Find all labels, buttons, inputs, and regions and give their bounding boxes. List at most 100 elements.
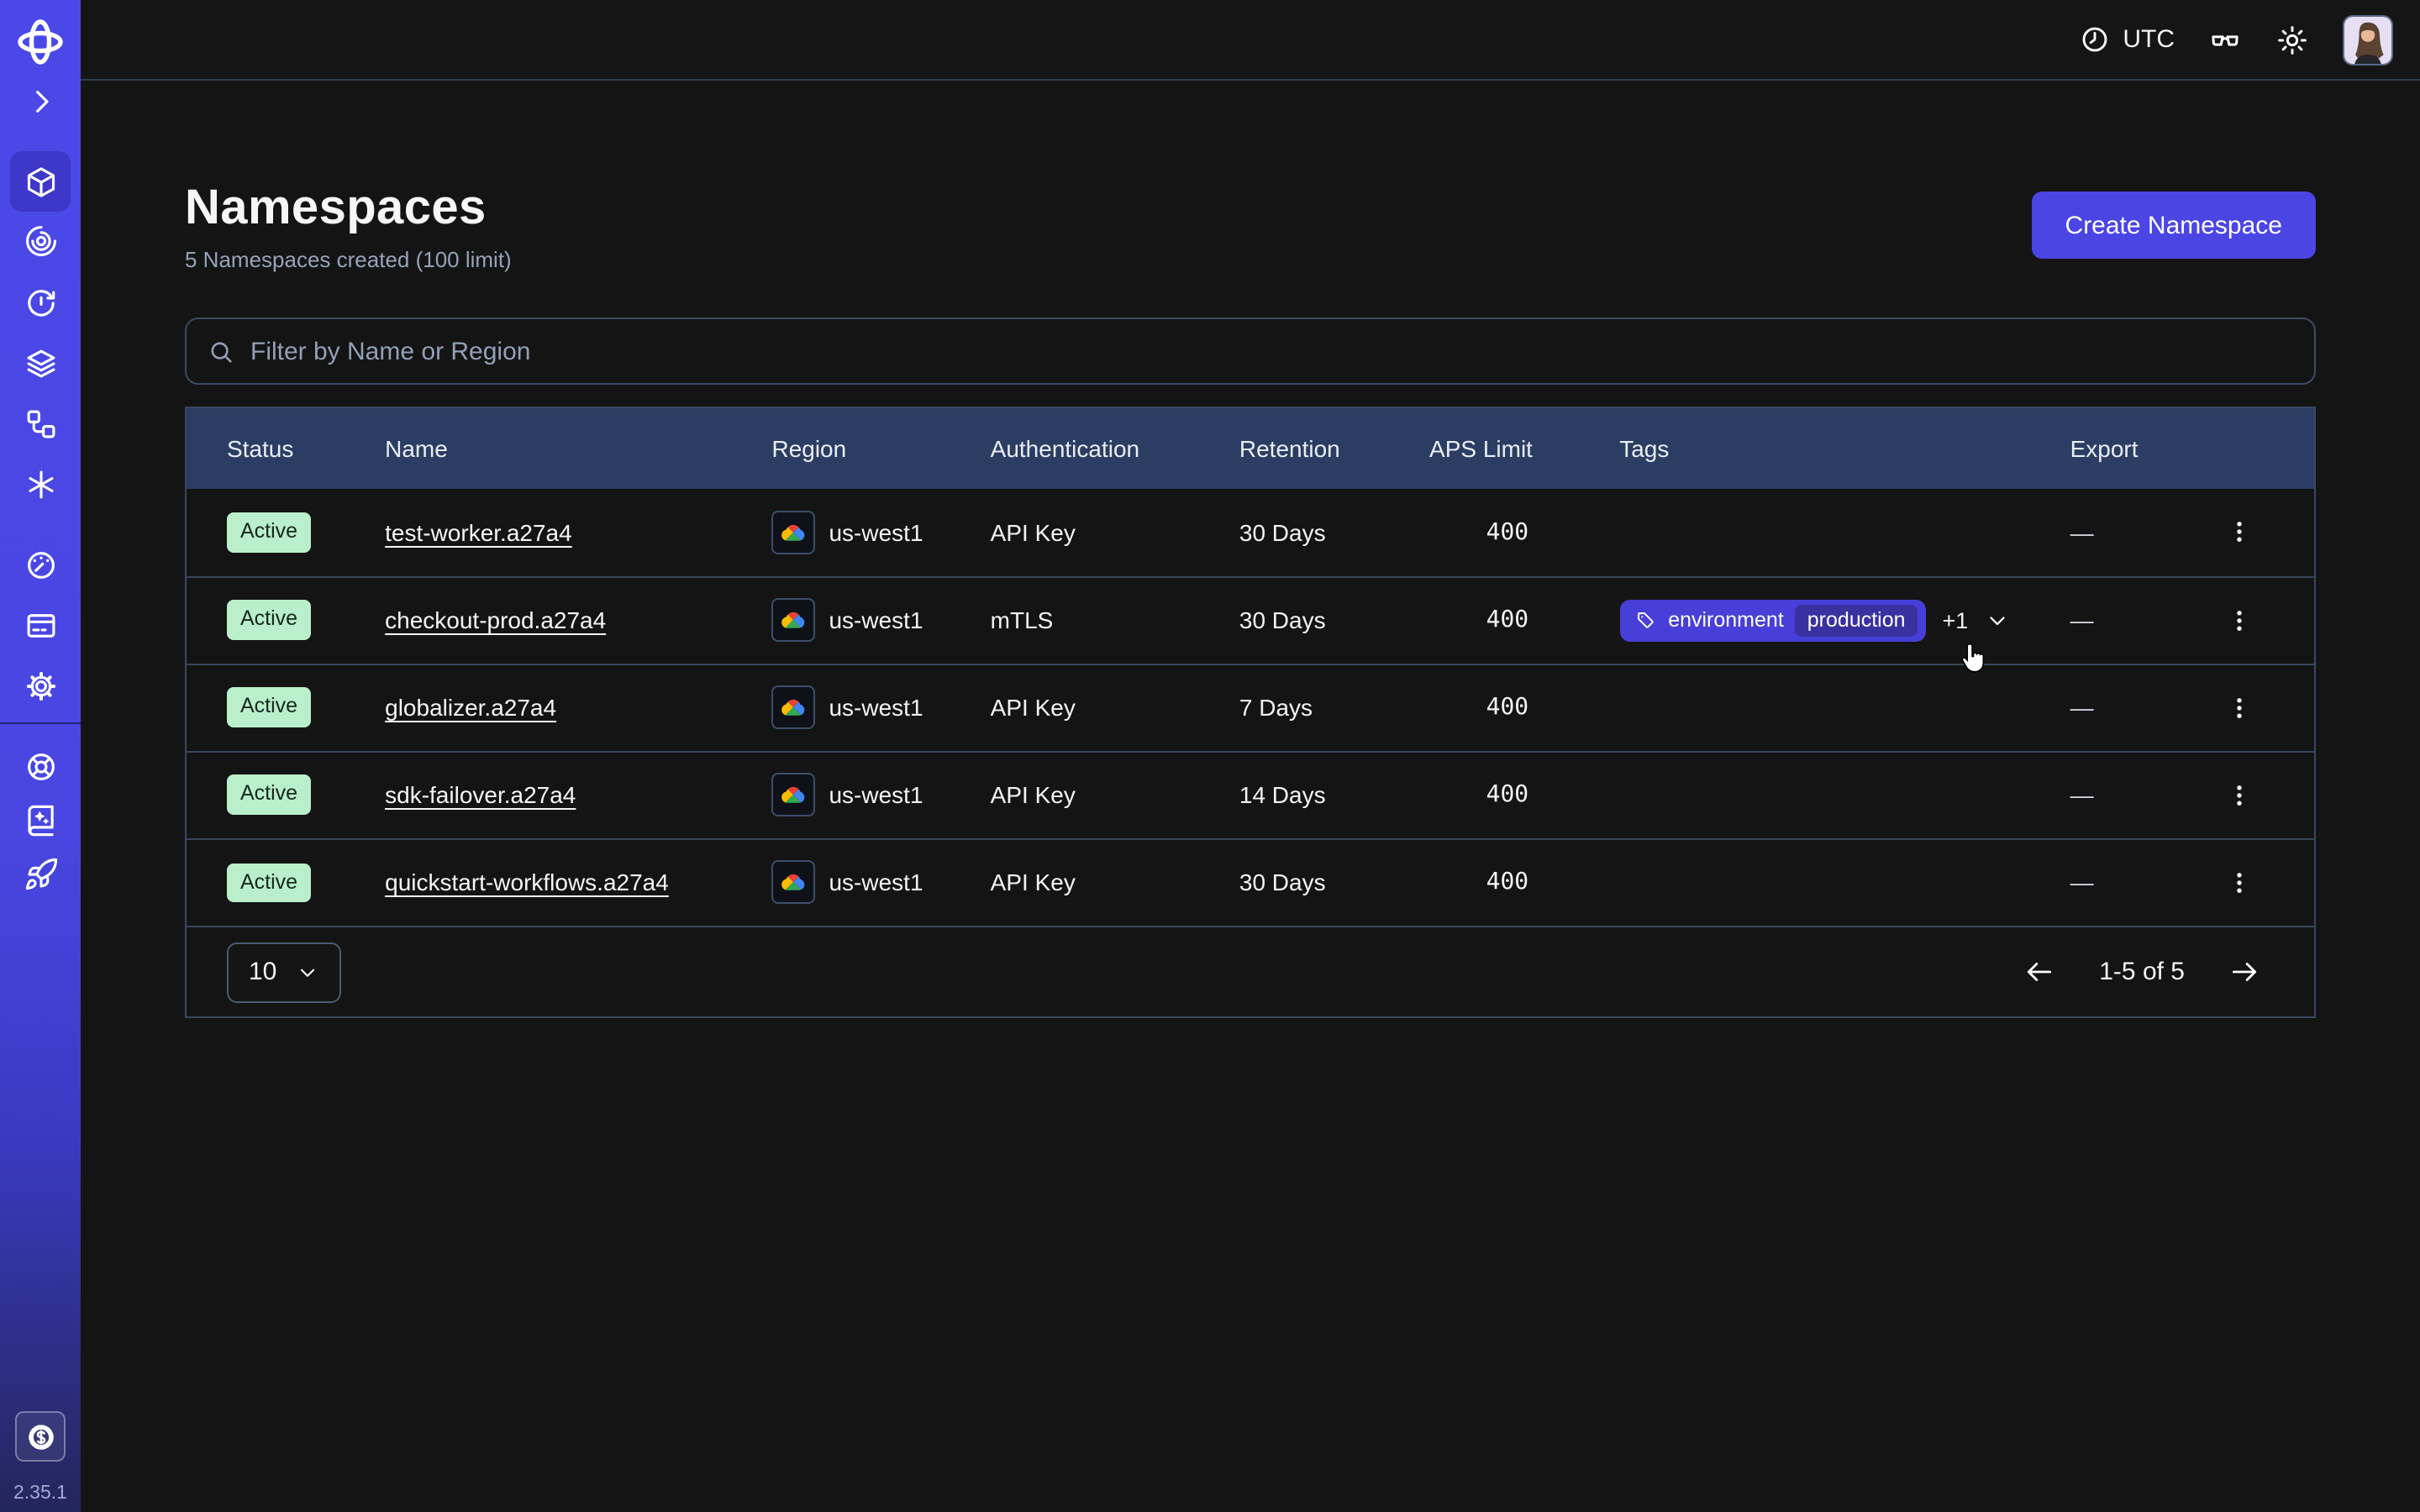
gcp-icon [771, 598, 815, 642]
status-badge: Active [227, 863, 311, 902]
column-header-authentication: Authentication [950, 408, 1199, 489]
column-header-retention: Retention [1199, 408, 1389, 489]
batch-operations-icon [23, 406, 58, 441]
sidebar-item-namespaces[interactable] [10, 151, 71, 212]
auth-label: API Key [950, 751, 1199, 838]
avatar[interactable] [2343, 14, 2393, 65]
namespace-link[interactable]: checkout-prod.a27a4 [385, 606, 606, 633]
temporal-logo-icon [10, 12, 71, 72]
billing-icon [23, 607, 58, 643]
gcp-icon [771, 773, 815, 816]
sidebar-item-schedules[interactable] [10, 272, 71, 333]
pagination-range: 1-5 of 5 [2099, 958, 2185, 986]
timezone-button[interactable]: UTC [2079, 24, 2175, 55]
retention-label: 14 Days [1199, 751, 1389, 838]
row-menu-button[interactable] [2220, 511, 2257, 554]
column-header-region: Region [731, 408, 950, 489]
app-version: 2.35.1 [0, 1483, 81, 1504]
support-icon [23, 748, 58, 784]
table-row: Active checkout-prod.a27a4 us-west1 [187, 576, 2314, 664]
prev-page-button[interactable] [2023, 956, 2055, 988]
docs-icon [23, 802, 58, 837]
region-label: us-west1 [829, 519, 923, 546]
theme-toggle-button[interactable] [2275, 23, 2309, 56]
aps-limit-value: 400 [1389, 489, 1579, 576]
page-title: Namespaces [185, 178, 512, 239]
page-subtitle: 5 Namespaces created (100 limit) [185, 247, 512, 272]
table-row: Active quickstart-workflows.a27a4 us- [187, 838, 2314, 926]
next-page-button[interactable] [2228, 956, 2260, 988]
sidebar-collapse-button[interactable] [10, 71, 71, 131]
status-badge: Active [227, 688, 311, 727]
pricing-icon [23, 1419, 58, 1454]
row-menu-button[interactable] [2220, 685, 2257, 729]
aps-limit-value: 400 [1389, 576, 1579, 664]
retention-label: 30 Days [1199, 489, 1389, 576]
namespace-link[interactable]: test-worker.a27a4 [385, 519, 572, 546]
namespace-link[interactable]: globalizer.a27a4 [385, 694, 556, 721]
chevron-down-icon [1985, 607, 2010, 633]
sidebar-item-deployments[interactable] [10, 333, 71, 393]
filter-bar [185, 318, 2316, 385]
sidebar-item-getting-started[interactable] [10, 843, 71, 904]
namespace-link[interactable]: quickstart-workflows.a27a4 [385, 869, 669, 896]
sun-icon [2275, 23, 2309, 56]
tag-key: environment [1668, 608, 1784, 632]
auth-label: API Key [950, 664, 1199, 751]
table-header: StatusNameRegionAuthenticationRetentionA… [187, 408, 2314, 489]
sidebar: 2.35.1 [0, 0, 81, 1512]
region-label: us-west1 [829, 694, 923, 721]
sidebar-item-support[interactable] [10, 736, 71, 796]
chevron-down-icon [295, 960, 318, 984]
arrow-right-icon [2228, 956, 2260, 988]
column-header-name: Name [345, 408, 731, 489]
region-label: us-west1 [829, 781, 923, 808]
row-menu-button[interactable] [2220, 861, 2257, 905]
page-size-select[interactable]: 10 [227, 942, 340, 1002]
tags-expand-button[interactable] [1985, 607, 2010, 633]
gcp-icon [771, 685, 815, 729]
table-row: Active test-worker.a27a4 us-west1 [187, 489, 2314, 576]
region-label: us-west1 [829, 606, 923, 633]
labs-button[interactable] [2208, 23, 2242, 56]
namespace-link[interactable]: sdk-failover.a27a4 [385, 781, 576, 808]
create-namespace-button[interactable]: Create Namespace [2032, 192, 2316, 259]
table-footer: 10 1-5 of 5 [187, 926, 2314, 1016]
row-menu-button[interactable] [2220, 598, 2257, 642]
sidebar-item-settings[interactable] [10, 655, 71, 716]
pricing-button[interactable] [15, 1411, 66, 1462]
filter-input[interactable] [250, 337, 2294, 365]
sidebar-item-nexus[interactable] [10, 454, 71, 514]
sidebar-item-docs[interactable] [10, 790, 71, 850]
table-row: Active globalizer.a27a4 us-west1 [187, 664, 2314, 751]
search-icon [207, 337, 235, 365]
status-badge: Active [227, 775, 311, 815]
column-header-aps-limit: APS Limit [1389, 408, 1579, 489]
nexus-icon [23, 466, 58, 501]
auth-label: mTLS [950, 576, 1199, 664]
kebab-icon [2224, 518, 2253, 547]
avatar-image [2344, 16, 2391, 63]
status-badge: Active [227, 512, 311, 552]
sidebar-item-batch-operations[interactable] [10, 393, 71, 454]
clock-icon [2079, 24, 2111, 55]
namespaces-icon [23, 164, 58, 199]
namespaces-table: StatusNameRegionAuthenticationRetentionA… [185, 407, 2316, 1018]
tag-icon [1634, 609, 1656, 631]
topbar: UTC [81, 0, 2420, 81]
column-header-status: Status [187, 408, 345, 489]
column-header-tags: Tags [1579, 408, 2029, 489]
sidebar-item-billing[interactable] [10, 595, 71, 655]
auth-label: API Key [950, 489, 1199, 576]
export-value: — [2070, 869, 2094, 896]
tag-pill[interactable]: environment production [1619, 599, 1925, 641]
row-menu-button[interactable] [2220, 773, 2257, 816]
aps-limit-value: 400 [1389, 751, 1579, 838]
tag-more-count: +1 [1943, 607, 1969, 633]
sidebar-item-usage[interactable] [10, 534, 71, 595]
tag-value: production [1796, 604, 1918, 636]
sidebar-item-workflows[interactable] [10, 210, 71, 270]
gcp-icon [771, 511, 815, 554]
app-root: 2.35.1 UTC [0, 0, 2420, 1512]
export-value: — [2070, 606, 2094, 633]
